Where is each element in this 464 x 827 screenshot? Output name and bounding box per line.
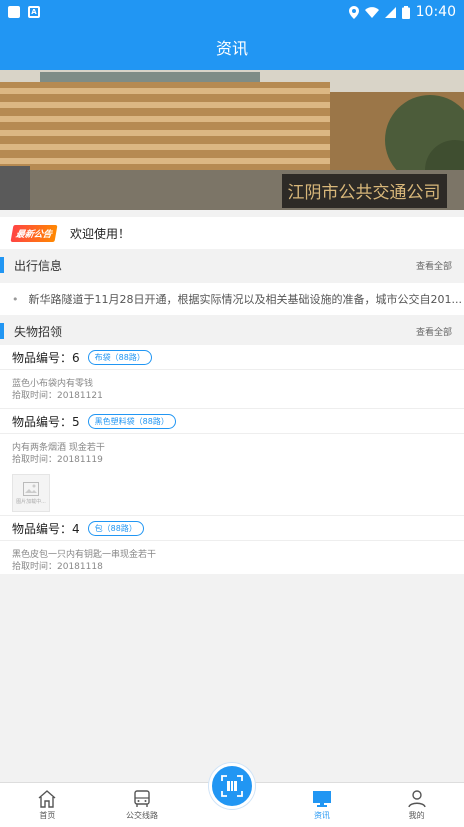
page-title: 资讯: [215, 39, 248, 58]
announcement-text: 欢迎使用！: [70, 226, 131, 241]
banner-sign-text: 江阴市公共交通公司: [288, 183, 441, 203]
tab-label: 资讯: [313, 810, 330, 820]
lost-found-list: 物品编号：6 布袋（88路） 蓝色小布袋内有零钱 拾取时间：20181121 物…: [0, 345, 464, 574]
divider: [0, 540, 464, 541]
item-description: 蓝色小布袋内有零钱: [12, 379, 94, 389]
item-pickup-time: 拾取时间：20181119: [12, 455, 103, 465]
travel-info-header: 出行信息 查看全部: [0, 252, 464, 278]
item-tag: 黑色塑料袋（88路）: [87, 414, 176, 429]
tab-bus-lines[interactable]: 公交线路: [95, 783, 190, 827]
home-icon: [38, 789, 56, 808]
scan-button[interactable]: [209, 763, 255, 809]
monitor-icon: [312, 790, 331, 807]
travel-info-text: 新华路隧道于11月28日开通，根据实际情况以及相关基础设施的准备，城市公交自20…: [28, 293, 462, 306]
notification-a-icon: A: [28, 6, 40, 18]
list-item[interactable]: 物品编号：5 黑色塑料袋（88路） 内有两条烟酒 现金若干 拾取时间：20181…: [0, 409, 464, 516]
announcement-badge: 最新公告: [10, 224, 58, 242]
tab-label: 我的: [408, 810, 425, 820]
status-bar: A 10:40: [0, 0, 464, 24]
banner-photo: 江阴市公共交通公司: [0, 70, 464, 210]
item-number: 物品编号：6: [12, 351, 80, 365]
item-pickup-time: 拾取时间：20181118: [12, 562, 103, 572]
signal-icon: [384, 6, 396, 18]
list-item[interactable]: 物品编号：6 布袋（88路） 蓝色小布袋内有零钱 拾取时间：20181121: [0, 345, 464, 409]
photo-caption: 图片加载中...: [16, 498, 46, 505]
user-icon: [407, 789, 426, 807]
app-bar: 资讯: [0, 24, 464, 70]
list-item[interactable]: 物品编号：4 包（88路） 黑色皮包一只内有钥匙一串现金若干 拾取时间：2018…: [0, 516, 464, 574]
tab-label: 公交线路: [126, 810, 159, 820]
item-description: 内有两条烟酒 现金若干: [12, 443, 105, 453]
bus-icon: [134, 789, 150, 807]
notification-square-icon: [8, 6, 20, 18]
travel-info-view-all[interactable]: 查看全部: [416, 259, 452, 272]
status-time: 10:40: [415, 4, 456, 20]
item-description: 黑色皮包一只内有钥匙一串现金若干: [12, 550, 157, 560]
announcement-bar[interactable]: 最新公告 欢迎使用！: [0, 217, 464, 249]
lost-found-title: 失物招领: [14, 324, 63, 339]
battery-icon: [401, 5, 410, 19]
item-photo[interactable]: 图片加载中...: [12, 474, 50, 512]
tab-home[interactable]: 首页: [0, 783, 95, 827]
item-tag: 布袋（88路）: [87, 350, 152, 365]
item-number: 物品编号：5: [12, 415, 80, 429]
tab-label: 首页: [39, 810, 56, 820]
tab-mine[interactable]: 我的: [369, 783, 464, 827]
divider: [0, 369, 464, 370]
tab-news[interactable]: 资讯: [275, 783, 370, 827]
banner-image[interactable]: 江阴市公共交通公司: [0, 70, 464, 210]
travel-info-title: 出行信息: [14, 258, 63, 273]
divider: [0, 433, 464, 434]
section-accent-bar: [0, 257, 4, 273]
image-placeholder-icon: [23, 481, 39, 496]
section-accent-bar: [0, 323, 4, 339]
travel-info-item[interactable]: • 新华路隧道于11月28日开通，根据实际情况以及相关基础设施的准备，城市公交自…: [0, 283, 464, 315]
location-icon: [348, 5, 359, 19]
wifi-icon: [364, 6, 379, 18]
item-tag: 包（88路）: [87, 521, 144, 536]
bullet-icon: •: [12, 292, 19, 306]
item-pickup-time: 拾取时间：20181121: [12, 391, 103, 401]
item-number: 物品编号：4: [12, 522, 80, 536]
lost-found-header: 失物招领 查看全部: [0, 318, 464, 344]
lost-found-view-all[interactable]: 查看全部: [416, 325, 452, 338]
qr-scan-icon: [221, 775, 243, 797]
